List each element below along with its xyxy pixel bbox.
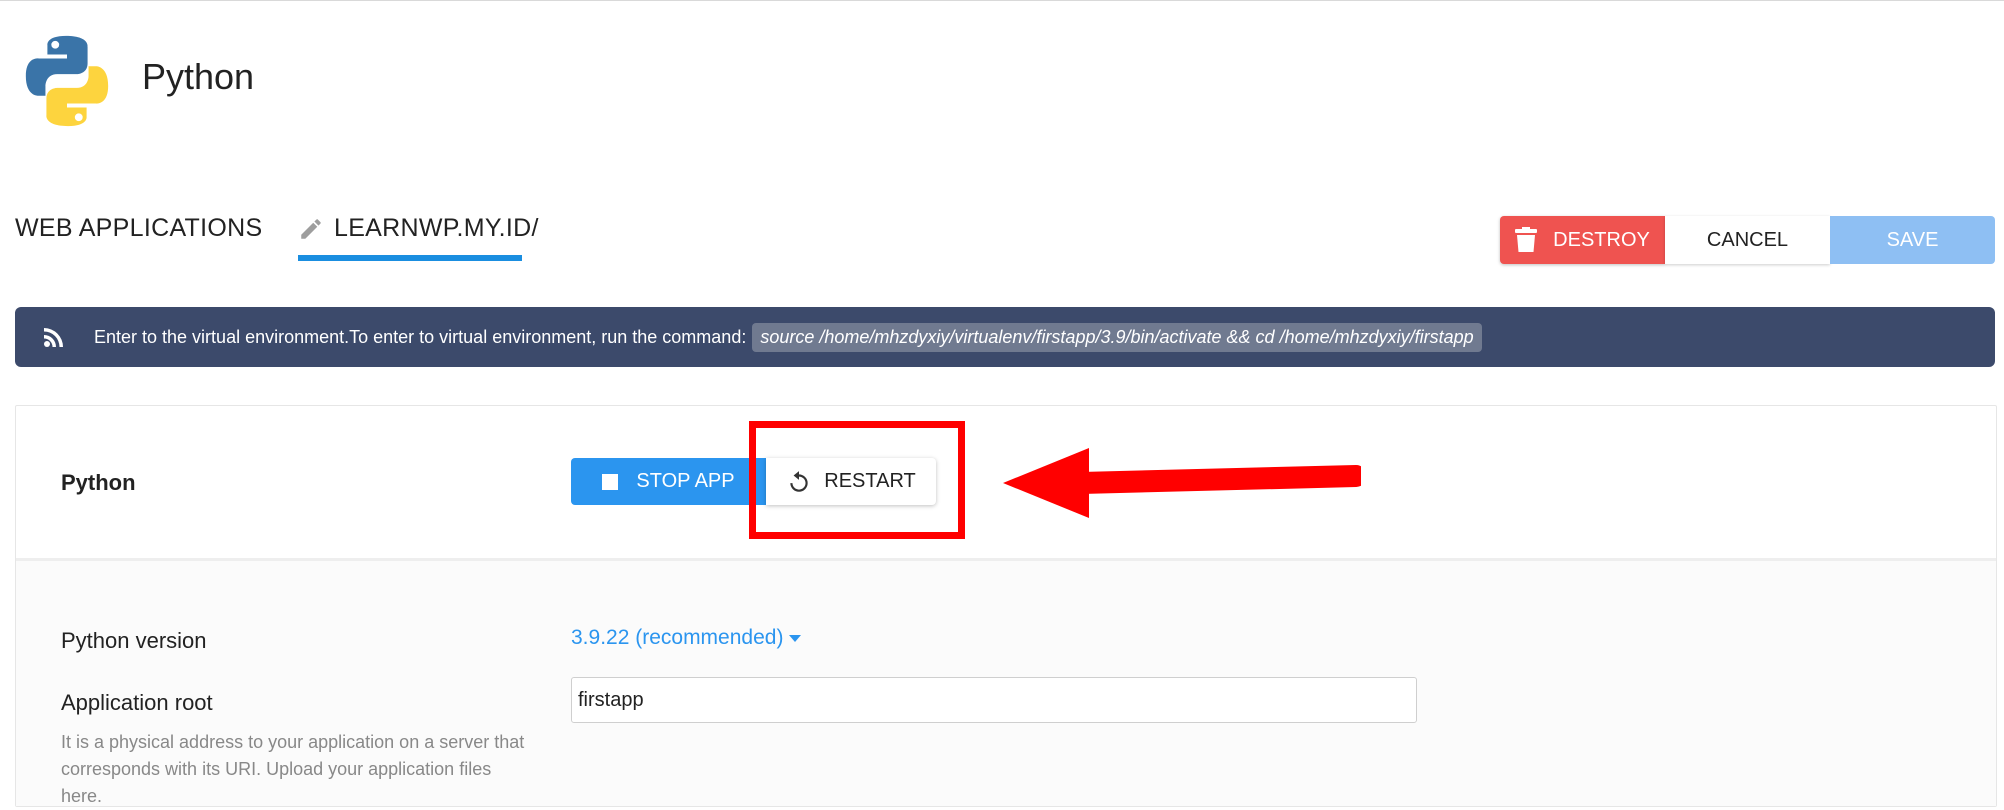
stop-app-label: STOP APP — [636, 470, 735, 492]
destroy-button[interactable]: DESTROY — [1500, 216, 1665, 264]
info-banner: Enter to the virtual environment.To ente… — [15, 307, 1995, 367]
app-panel: Python STOP APP RESTART Python version 3… — [15, 405, 1997, 807]
panel-header: Python STOP APP RESTART — [16, 406, 1996, 561]
application-root-label: Application root — [61, 690, 213, 715]
save-button[interactable]: SAVE — [1830, 216, 1995, 264]
trash-icon — [1515, 227, 1538, 252]
chevron-down-icon — [789, 634, 802, 642]
destroy-label: DESTROY — [1553, 228, 1650, 251]
action-buttons: DESTROY CANCEL SAVE — [1500, 216, 1995, 264]
banner-command[interactable]: source /home/mhzdyxiy/virtualenv/firstap… — [752, 322, 1482, 352]
cancel-button[interactable]: CANCEL — [1665, 216, 1830, 264]
top-divider — [0, 0, 2004, 1]
application-root-input[interactable] — [571, 677, 1417, 723]
stop-icon — [602, 473, 619, 490]
app-section-title: Python — [61, 470, 136, 495]
page-title: Python — [142, 56, 255, 97]
pencil-icon — [301, 218, 321, 239]
stop-app-button[interactable]: STOP APP — [571, 458, 766, 505]
tab-web-applications[interactable]: WEB APPLICATIONS — [15, 214, 262, 243]
python-version-label: Python version — [61, 628, 207, 653]
python-logo-icon — [25, 35, 109, 127]
rss-icon — [44, 328, 63, 347]
active-tab-indicator — [298, 255, 522, 261]
annotation-arrow — [1003, 448, 1361, 518]
annotation-highlight-box — [749, 421, 965, 539]
python-version-value: 3.9.22 (recommended) — [571, 626, 784, 649]
tab-domain-label: LEARNWP.MY.ID/ — [334, 214, 539, 242]
tab-domain[interactable]: LEARNWP.MY.ID/ — [298, 214, 539, 243]
banner-text: Enter to the virtual environment.To ente… — [94, 326, 747, 347]
python-version-select[interactable]: 3.9.22 (recommended) — [571, 626, 802, 650]
